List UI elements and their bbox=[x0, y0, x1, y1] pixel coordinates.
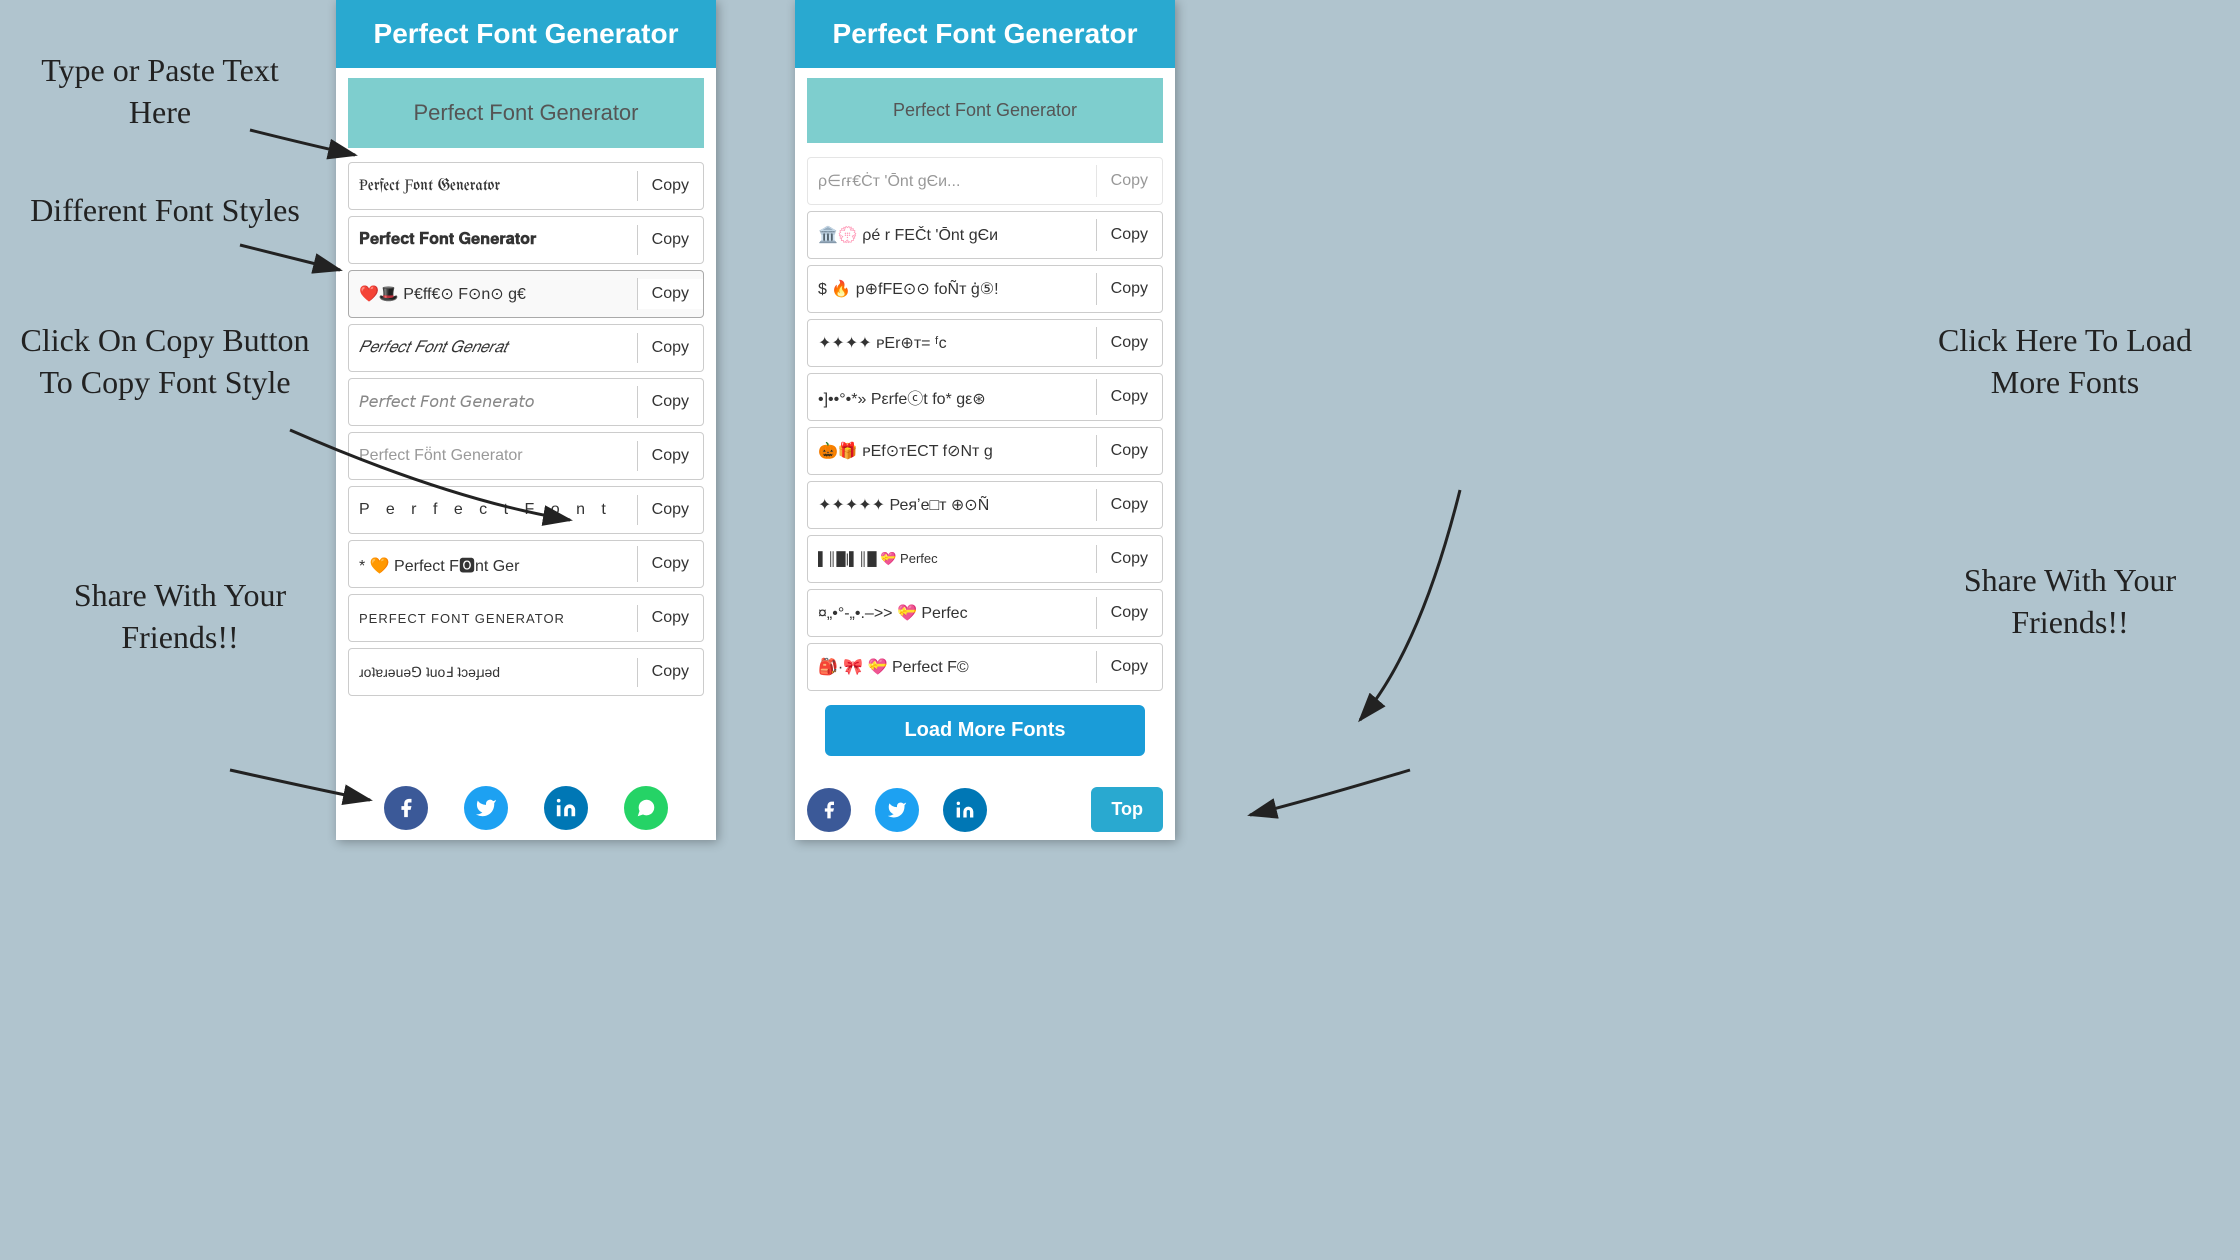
phone2-body: ρ∈ɾғ€Ċт 'Ōnt gЄи... Copy 🏛️💮 ρé r FEČt '… bbox=[795, 68, 1175, 779]
annotation-load-more: Click Here To Load More Fonts bbox=[1910, 320, 2220, 403]
phone2-facebook-btn[interactable] bbox=[807, 788, 851, 832]
phone2-font-text-7: ▌║█|▌║█ 💝 Perfec bbox=[808, 545, 1097, 573]
phone2-copy-btn-3[interactable]: Copy bbox=[1097, 328, 1162, 358]
phone2-font-row-0: ρ∈ɾғ€Ċт 'Ōnt gЄи... Copy bbox=[807, 157, 1163, 205]
top-button[interactable]: Top bbox=[1091, 787, 1163, 832]
phone2-font-row-1: 🏛️💮 ρé r FEČt 'Ōnt gЄи Copy bbox=[807, 211, 1163, 259]
phone2-font-text-4: •]••°•*» Pεrfeⓒt fo* gε⊛ bbox=[808, 379, 1097, 415]
text-input-2[interactable] bbox=[807, 78, 1163, 143]
annotation-share-right: Share With Your Friends!! bbox=[1930, 560, 2210, 643]
phone2-font-text-6: ✦✦✦✦✦ Реяʼе□т ⊕⊙Ñ bbox=[808, 489, 1097, 521]
phone2-copy-btn-9[interactable]: Copy bbox=[1097, 652, 1162, 682]
phone-2: Perfect Font Generator ρ∈ɾғ€Ċт 'Ōnt gЄи.… bbox=[795, 0, 1175, 840]
phone2-copy-btn-5[interactable]: Copy bbox=[1097, 436, 1162, 466]
phone2-copy-btn-0[interactable]: Copy bbox=[1097, 166, 1162, 196]
phone2-font-row-3: ✦✦✦✦ ᴘEr⊕ᴛ= ᶠc Copy bbox=[807, 319, 1163, 367]
phone2-font-row-7: ▌║█|▌║█ 💝 Perfec Copy bbox=[807, 535, 1163, 583]
phone2-font-text-0: ρ∈ɾғ€Ċт 'Ōnt gЄи... bbox=[808, 165, 1097, 197]
whatsapp-share-btn[interactable] bbox=[624, 786, 668, 830]
phone2-font-row-9: 🎒·🎀 💝 Perfect F© Copy bbox=[807, 643, 1163, 691]
phone2-copy-btn-4[interactable]: Copy bbox=[1097, 382, 1162, 412]
phone2-font-row-5: 🎃🎁 ᴘEf⊙ᴛECT f⊘Nт g Copy bbox=[807, 427, 1163, 475]
phone2-linkedin-btn[interactable] bbox=[943, 788, 987, 832]
phone2-twitter-btn[interactable] bbox=[875, 788, 919, 832]
phone2-font-row-4: •]••°•*» Pεrfeⓒt fo* gε⊛ Copy bbox=[807, 373, 1163, 421]
linkedin-share-btn[interactable] bbox=[544, 786, 588, 830]
phone2-font-row-8: ¤„•°-„•.–>> 💝 Perfec Copy bbox=[807, 589, 1163, 637]
phone2-font-text-3: ✦✦✦✦ ᴘEr⊕ᴛ= ᶠc bbox=[808, 327, 1097, 359]
phone2-copy-btn-2[interactable]: Copy bbox=[1097, 274, 1162, 304]
copy-btn-10[interactable]: Copy bbox=[638, 657, 703, 687]
phone2-title: Perfect Font Generator bbox=[807, 18, 1163, 50]
copy-btn-9[interactable]: Copy bbox=[638, 603, 703, 633]
arrow-share-left bbox=[0, 0, 480, 840]
arrow-share-right bbox=[1160, 0, 1560, 850]
phone2-copy-btn-6[interactable]: Copy bbox=[1097, 490, 1162, 520]
phone2-font-text-1: 🏛️💮 ρé r FEČt 'Ōnt gЄи bbox=[808, 219, 1097, 251]
phone2-copy-btn-1[interactable]: Copy bbox=[1097, 220, 1162, 250]
phone2-font-text-2: $ 🔥 p⊕fFE⊙⊙ foÑт ģ⑤! bbox=[808, 273, 1097, 305]
phone2-font-row-2: $ 🔥 p⊕fFE⊙⊙ foÑт ģ⑤! Copy bbox=[807, 265, 1163, 313]
phone2-font-row-6: ✦✦✦✦✦ Реяʼе□т ⊕⊙Ñ Copy bbox=[807, 481, 1163, 529]
phone2-bottom-row: Top bbox=[795, 779, 1175, 840]
load-more-button[interactable]: Load More Fonts bbox=[825, 705, 1145, 756]
phone2-copy-btn-8[interactable]: Copy bbox=[1097, 598, 1162, 628]
phone2-font-text-5: 🎃🎁 ᴘEf⊙ᴛECT f⊘Nт g bbox=[808, 435, 1097, 467]
phone2-copy-btn-7[interactable]: Copy bbox=[1097, 544, 1162, 574]
phone2-font-text-9: 🎒·🎀 💝 Perfect F© bbox=[808, 651, 1097, 683]
phone2-font-text-8: ¤„•°-„•.–>> 💝 Perfec bbox=[808, 597, 1097, 629]
phone2-header: Perfect Font Generator bbox=[795, 0, 1175, 68]
